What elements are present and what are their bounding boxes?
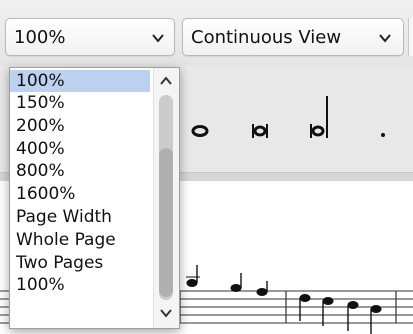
toolbar: 100% Continuous View [0, 0, 413, 67]
zoom-dropdown-menu: 100% 150% 200% 400% 800% 1600% Page Widt… [9, 67, 180, 329]
zoom-option[interactable]: Page Width [10, 206, 150, 228]
scrollbar-thumb[interactable] [159, 148, 173, 297]
zoom-option[interactable]: 100% [10, 70, 150, 92]
dropdown-scrollbar[interactable] [153, 68, 179, 328]
zoom-option[interactable]: 800% [10, 160, 150, 182]
zoom-option[interactable]: 100% [10, 274, 150, 296]
half-note-icon[interactable] [310, 96, 328, 138]
view-mode-combobox[interactable]: Continuous View [182, 18, 404, 56]
scroll-down-arrow-icon[interactable] [160, 308, 172, 318]
zoom-option[interactable]: Two Pages [10, 252, 150, 274]
zoom-option[interactable]: Whole Page [10, 229, 150, 251]
note-head [299, 294, 311, 321]
zoom-value: 100% [14, 27, 66, 48]
zoom-option[interactable]: 150% [10, 92, 150, 114]
zoom-option[interactable]: 200% [10, 115, 150, 137]
zoom-option[interactable]: 400% [10, 138, 150, 160]
note-head [186, 265, 200, 287]
chevron-down-icon [379, 34, 391, 43]
note-head [256, 281, 268, 296]
zoom-option[interactable]: 1600% [10, 183, 150, 205]
zoom-combobox[interactable]: 100% [5, 18, 175, 56]
note-head [347, 301, 359, 331]
breve-note-icon[interactable] [252, 124, 268, 138]
chevron-down-icon [152, 34, 164, 43]
view-mode-value: Continuous View [191, 27, 342, 48]
note-head [322, 297, 334, 326]
whole-note-icon[interactable] [191, 125, 209, 137]
note-head [230, 273, 242, 292]
dot-icon[interactable] [381, 133, 385, 137]
note-head [370, 305, 382, 334]
scroll-up-arrow-icon[interactable] [160, 76, 172, 86]
toolbar-overflow-edge [408, 18, 413, 56]
